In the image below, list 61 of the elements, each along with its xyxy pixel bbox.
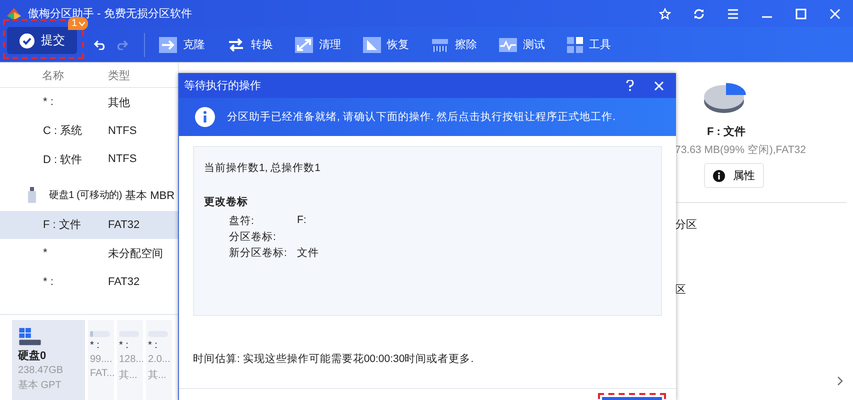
partition-size: 99.... [90, 354, 112, 365]
tool-button[interactable]: 转换 [227, 36, 273, 52]
partition-card[interactable]: * : 99.... FAT... [88, 320, 114, 400]
partition-row[interactable]: * : FAT32 [0, 268, 178, 296]
properties-button[interactable]: 属性 [704, 163, 764, 188]
partition-row[interactable]: * 未分配空间 [0, 239, 178, 268]
submit-button[interactable]: 提交 [7, 27, 77, 54]
tool-button[interactable]: 恢复 [363, 36, 409, 52]
partition-name: D : 软件 [42, 152, 84, 167]
tool-button[interactable]: 工具 [567, 36, 611, 52]
disk-name: 硬盘0 [18, 349, 48, 363]
partition-type: 基本 MBR [125, 188, 175, 202]
partition-name: * : [148, 340, 158, 351]
partition-filesystem: FAT... [90, 368, 112, 379]
partition-info: 73.63 MB(99% 空闲),FAT32 [675, 143, 806, 157]
tool-button[interactable]: 克隆 [159, 36, 205, 52]
partition-filesystem: 其... [119, 368, 138, 382]
tool-button[interactable]: 清理 [295, 36, 341, 52]
column-header: 名称 [41, 68, 65, 82]
partition-row[interactable]: F : 文件 FAT32 [0, 210, 178, 239]
partition-name: * [42, 247, 48, 260]
info-message: 分区助手已经准备就绪, 请确认下面的操作. 然后点击执行按钮让程序正式地工作. [227, 110, 616, 124]
dialog-title: 等待执行的操作 [184, 79, 261, 93]
partition-name: * : [42, 276, 54, 288]
field-label: 盘符: [229, 214, 255, 229]
partition-filesystem: 其... [148, 368, 168, 382]
operation-count: 当前操作数1, 总操作数1 [204, 161, 322, 175]
partition-card[interactable]: * : 2.0... 其... [146, 320, 172, 400]
disk-size: 238.47GB [18, 365, 64, 376]
disk-style: 基本 GPT [18, 378, 62, 392]
operation-title: 更改卷标 [204, 195, 249, 209]
partition-title: F : 文件 [707, 124, 746, 139]
partition-type: NTFS [108, 153, 137, 166]
partition-type: FAT32 [108, 276, 140, 288]
partition-size: 2.0... [148, 354, 170, 365]
operation-link[interactable]: 分区 [675, 217, 697, 232]
partition-name: * : [42, 96, 54, 108]
partition-name: * : [90, 340, 100, 351]
partition-type: 其他 [108, 96, 130, 110]
partition-name: F : 文件 [42, 218, 82, 232]
partition-type: NTFS [108, 124, 137, 137]
field-value: F: [297, 214, 306, 228]
partition-name: 硬盘1 (可移动的) [48, 189, 122, 202]
field-label: 分区卷标: [229, 230, 277, 245]
tool-button[interactable]: 测试 [499, 37, 545, 52]
partition-card[interactable]: * : 128... 其... [117, 320, 143, 400]
partition-type: FAT32 [108, 218, 140, 231]
tool-button[interactable]: 擦除 [431, 36, 477, 52]
field-label: 新分区卷标: [229, 246, 288, 261]
partition-row[interactable]: D : 软件 NTFS [0, 145, 178, 174]
partition-name: C : 系统 [42, 124, 84, 138]
partition-name: * : [119, 340, 130, 351]
disk-card[interactable]: 硬盘0 238.47GB 基本 GPT [12, 320, 85, 400]
time-estimate: 时间估算: 实现这些操作可能需要花00:00:30时间或者更多. [193, 352, 475, 366]
partition-size: 128... [119, 354, 141, 365]
field-value: 文件 [297, 246, 319, 261]
column-header: 类型 [108, 68, 130, 82]
partition-row[interactable]: C : 系统 NTFS [0, 116, 178, 145]
partition-type: 未分配空间 [108, 246, 163, 261]
partition-row[interactable]: 硬盘1 (可移动的) 基本 MBR [0, 174, 178, 210]
partition-row[interactable]: * : 其他 [0, 88, 178, 116]
